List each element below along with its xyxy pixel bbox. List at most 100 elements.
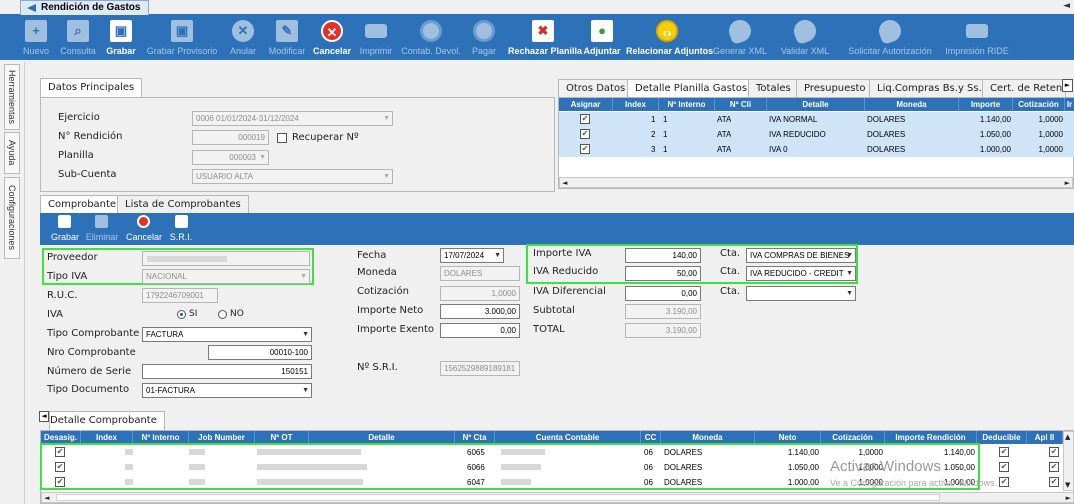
relacionar-adjuntos-button[interactable]: ‹› Relacionar Adjuntos [626, 15, 713, 60]
asignar-checkbox[interactable]: ✔ [580, 129, 590, 139]
nuevo-button[interactable]: + Nuevo [17, 15, 55, 60]
apl-checkbox[interactable]: ✔ [1049, 462, 1059, 472]
side-tab-ayuda[interactable]: Ayuda [4, 132, 20, 174]
subcuenta-select[interactable]: USUARIO ALTA [192, 169, 393, 184]
search-doc-icon: ⌕ [67, 20, 89, 42]
col-cli[interactable]: Nº Cli [715, 98, 767, 111]
apl-checkbox[interactable]: ✔ [1049, 477, 1059, 487]
nrocomp-field[interactable]: 00010-100 [208, 345, 312, 360]
planilla-h-scrollbar[interactable]: ◄ ► [559, 177, 1073, 188]
tab-otros-datos[interactable]: Otros Datos [558, 79, 634, 98]
tipoiva-select[interactable]: NACIONAL [142, 269, 310, 284]
iva-si-radio[interactable] [177, 310, 186, 319]
row-interno: 1 [663, 145, 668, 154]
col-index[interactable]: Index [613, 98, 659, 111]
rechazar-planilla-button[interactable]: ✖ Rechazar Planilla [508, 15, 582, 60]
serie-field[interactable]: 150151 [142, 364, 312, 379]
cta3-select[interactable] [746, 286, 856, 301]
imp-iva-field[interactable]: 140,00 [625, 248, 701, 263]
col-ir[interactable]: Ir [1065, 98, 1074, 111]
imprimir-button[interactable]: Imprimir [356, 15, 396, 60]
generar-xml-button[interactable]: Generar XML [710, 15, 770, 60]
scroll-left-icon[interactable]: ◄ [562, 178, 567, 188]
recuperar-checkbox[interactable] [277, 133, 287, 143]
pagar-button[interactable]: Pagar [467, 15, 501, 60]
tab-detalle-planilla-gastos[interactable]: Detalle Planilla Gastos [627, 79, 756, 98]
tab-scroll-right-icon[interactable]: ► [1062, 79, 1073, 92]
tab-datos-principales[interactable]: Datos Principales [40, 78, 143, 97]
serie-label: Número de Serie [47, 366, 132, 377]
row-detalle: IVA REDUCIDO [769, 130, 826, 139]
asignar-checkbox[interactable]: ✔ [580, 144, 590, 154]
tab-detalle-comprobante[interactable]: Detalle Comprobante [49, 411, 165, 430]
rendicion-field[interactable]: 000019 [192, 130, 269, 145]
scroll-right-icon[interactable]: ► [1066, 493, 1071, 503]
solicitar-autorizacion-button[interactable]: Solicitar Autorización [842, 15, 938, 60]
subtotal-field: 3.190,00 [625, 304, 701, 319]
ejercicio-select[interactable]: 0006 01/01/2024-31/12/2024 [192, 111, 393, 126]
tipoiva-label: Tipo IVA [47, 271, 88, 282]
side-tab-herramientas[interactable]: Herramientas [4, 64, 20, 130]
col-asignar[interactable]: Asignar [559, 98, 613, 111]
col-apl[interactable]: Apl II [1027, 431, 1063, 444]
scroll-down-icon[interactable]: ▼ [1065, 480, 1070, 490]
col-moneda[interactable]: Moneda [865, 98, 959, 111]
document-tab[interactable]: Rendición de Gastos [20, 0, 150, 15]
tab-liq-compras[interactable]: Liq.Compras Bs.y Ss. [869, 79, 990, 98]
tab-presupuesto[interactable]: Presupuesto [796, 79, 874, 98]
iva-red-field[interactable]: 50,00 [625, 266, 701, 281]
neto-label: Importe Neto [357, 305, 424, 316]
scroll-right-icon[interactable]: ► [1065, 178, 1070, 188]
col-cotizacion[interactable]: Cotización [1013, 98, 1065, 111]
tab-comprobante[interactable]: Comprobante [40, 195, 125, 214]
asignar-checkbox[interactable]: ✔ [580, 114, 590, 124]
grabar-button[interactable]: ▣ Grabar [104, 15, 138, 60]
tab-totales[interactable]: Totales [748, 79, 799, 98]
proveedor-field[interactable] [142, 251, 310, 266]
adjuntar-button[interactable]: ● Adjuntar [582, 15, 622, 60]
neto-field[interactable]: 3.000,00 [440, 304, 520, 319]
grabar-provisorio-button[interactable]: ▣ Grabar Provisorio [145, 15, 219, 60]
tipocomp-select[interactable]: FACTURA [142, 327, 312, 342]
col-interno[interactable]: Nº Interno [659, 98, 715, 111]
apl-checkbox[interactable]: ✔ [1049, 447, 1059, 457]
cta2-select[interactable]: IVA REDUCIDO - CREDIT [746, 266, 856, 281]
fecha-picker[interactable]: 17/07/2024 [440, 248, 504, 263]
moneda-field[interactable]: DOLARES [440, 266, 520, 281]
cta1-select[interactable]: IVA COMPRAS DE BIENES [746, 248, 856, 263]
scroll-left-icon[interactable]: ◄ [44, 493, 49, 503]
deducible-checkbox[interactable]: ✔ [999, 462, 1009, 472]
deducible-checkbox[interactable]: ✔ [999, 447, 1009, 457]
iva-dif-field[interactable]: 0,00 [625, 286, 701, 301]
detalle-v-scrollbar[interactable]: ▲ ▼ [1063, 431, 1074, 491]
tab-cert-retencion[interactable]: Cert. de Reten [982, 79, 1066, 98]
exento-field[interactable]: 0,00 [440, 323, 520, 338]
row-cli: ATA [717, 130, 732, 139]
anular-button[interactable]: ✕ Anular [226, 15, 260, 60]
planilla-select[interactable]: 000003 [192, 150, 269, 165]
col-importe[interactable]: Importe [959, 98, 1013, 111]
row-interno: 1 [663, 115, 668, 124]
detalle-scroll-left-icon[interactable]: ◄ [39, 411, 49, 422]
scroll-up-icon[interactable]: ▲ [1065, 432, 1070, 442]
moneda-label: Moneda [357, 267, 397, 278]
ruc-field[interactable]: 1792246709001 [142, 288, 218, 303]
deducible-checkbox[interactable]: ✔ [999, 477, 1009, 487]
impresion-ride-button[interactable]: Impresión RIDE [945, 15, 1009, 60]
consulta-button[interactable]: ⌕ Consulta [58, 15, 98, 60]
tab-scroll-left-icon[interactable]: ◄ [1063, 1, 1070, 11]
validar-xml-button[interactable]: Validar XML [777, 15, 833, 60]
cotizacion-field[interactable]: 1,0000 [440, 286, 520, 301]
tab-lista-comprobantes[interactable]: Lista de Comprobantes [117, 195, 249, 214]
col-detalle[interactable]: Detalle [767, 98, 865, 111]
col-deducible[interactable]: Deducible [977, 431, 1027, 444]
side-tab-configuraciones[interactable]: Configuraciones [4, 177, 20, 259]
scroll-thumb[interactable] [56, 494, 940, 501]
cancelar-button[interactable]: ✕ Cancelar [312, 15, 352, 60]
tipodoc-select[interactable]: 01-FACTURA [142, 383, 312, 398]
modificar-button[interactable]: ✎ Modificar [266, 15, 308, 60]
contab-devol-button[interactable]: Contab. Devol. [399, 15, 463, 60]
sri-field[interactable]: 1562529889189181 [440, 361, 520, 376]
detalle-h-scrollbar[interactable]: ◄ ► [41, 492, 1074, 503]
iva-no-radio[interactable] [218, 310, 227, 319]
